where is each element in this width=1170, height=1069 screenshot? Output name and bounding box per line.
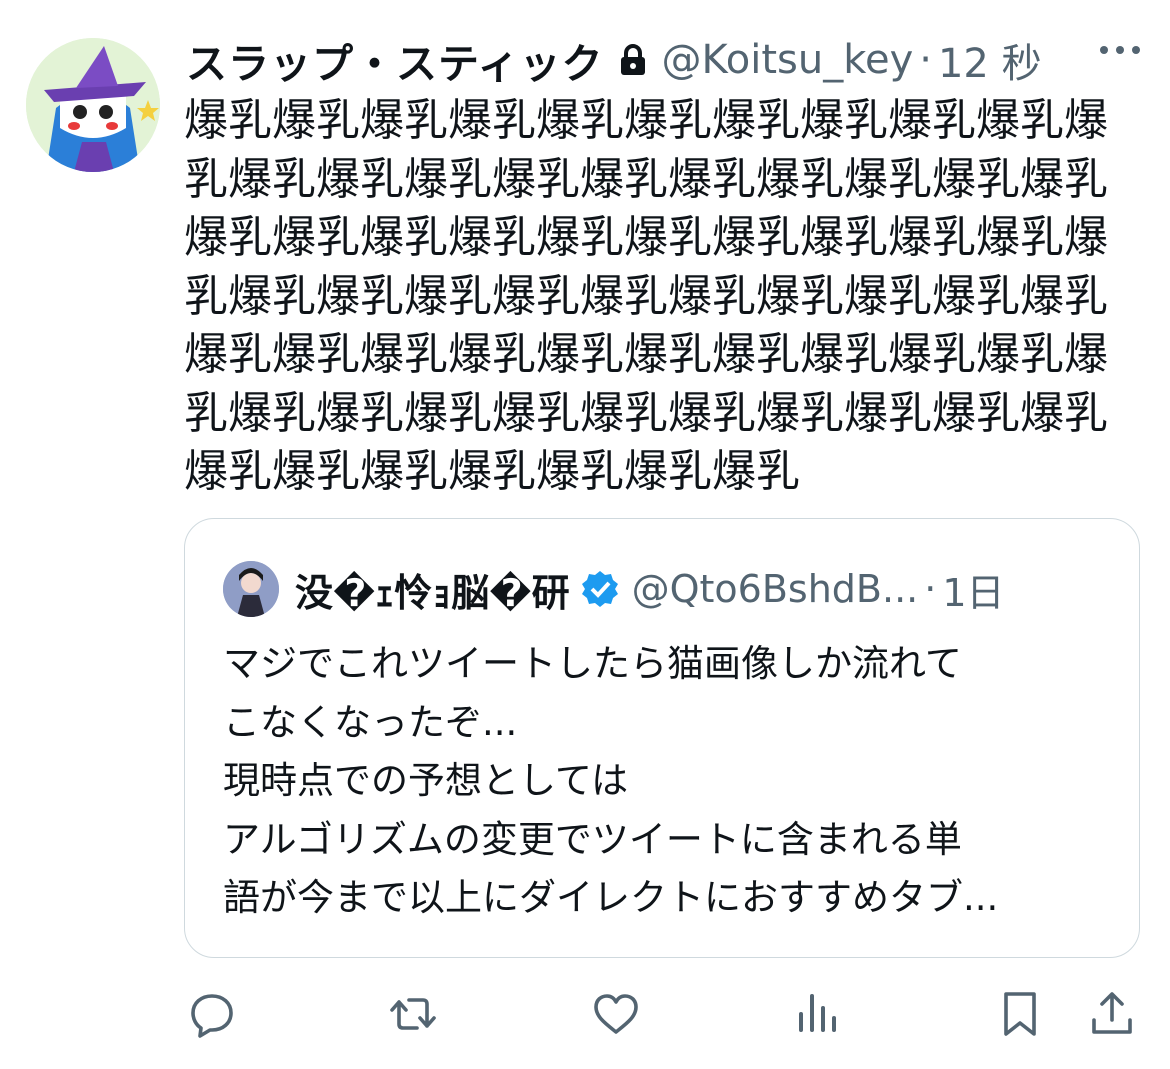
analytics-icon[interactable] bbox=[787, 984, 847, 1044]
like-icon[interactable] bbox=[586, 984, 646, 1044]
reply-icon[interactable] bbox=[182, 984, 242, 1044]
more-icon[interactable] bbox=[1098, 40, 1142, 64]
quoted-timestamp[interactable]: 1日 bbox=[942, 562, 1004, 617]
quoted-text-line: 語が今まで以上にダイレクトにおすすめタブ... bbox=[223, 876, 999, 919]
quoted-author-name[interactable]: 没�ｪ怜ｮ脳�研 bbox=[295, 562, 570, 617]
separator-dot: · bbox=[924, 567, 937, 611]
quoted-text-line: マジでこれツイートしたら猫画像しか流れて bbox=[223, 642, 962, 685]
quoted-author-avatar[interactable] bbox=[223, 561, 279, 617]
share-icon[interactable] bbox=[1082, 984, 1142, 1044]
tweet-body: 爆乳爆乳爆乳爆乳爆乳爆乳爆乳爆乳爆乳爆乳爆乳爆乳爆乳爆乳爆乳爆乳爆乳爆乳爆乳爆乳… bbox=[184, 95, 1108, 497]
lock-icon bbox=[618, 43, 648, 77]
bookmark-icon[interactable] bbox=[990, 984, 1050, 1044]
separator-dot: · bbox=[919, 37, 932, 83]
quoted-text-line: アルゴリズムの変更でツイートに含まれる単 bbox=[223, 817, 962, 861]
author-name[interactable]: スラップ・スティック bbox=[186, 30, 604, 90]
quoted-text-line: こなくなったぞ... bbox=[223, 700, 518, 744]
quoted-tweet-header: 没�ｪ怜ｮ脳�研 @Qto6BshdB... · 1日 bbox=[223, 559, 1123, 619]
quoted-tweet[interactable]: 没�ｪ怜ｮ脳�研 @Qto6BshdB... · 1日 マジでこれツイートしたら… bbox=[184, 518, 1140, 958]
author-avatar[interactable] bbox=[26, 38, 160, 172]
quoted-tweet-body: マジでこれツイートしたら猫画像しか流れて こなくなったぞ... 現時点での予想と… bbox=[223, 635, 1113, 928]
retweet-icon[interactable] bbox=[383, 984, 443, 1044]
quoted-text-line: 現時点での予想としては bbox=[223, 759, 629, 802]
action-bar bbox=[180, 984, 1150, 1044]
author-handle[interactable]: @Koitsu_key bbox=[662, 37, 914, 83]
tweet-header: スラップ・スティック @Koitsu_key · 12 秒 bbox=[186, 30, 1146, 90]
verified-badge-icon bbox=[580, 569, 620, 609]
quoted-author-handle[interactable]: @Qto6BshdB... bbox=[632, 567, 919, 611]
timestamp[interactable]: 12 秒 bbox=[938, 31, 1042, 89]
